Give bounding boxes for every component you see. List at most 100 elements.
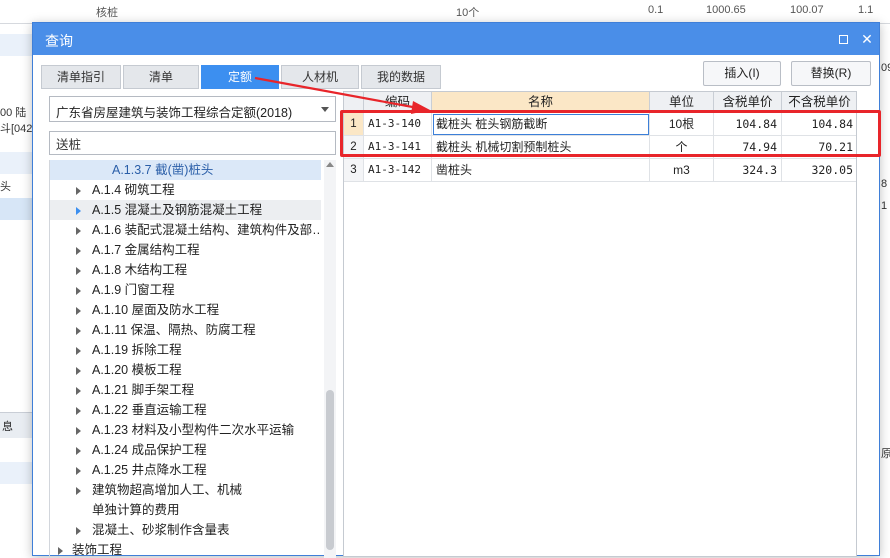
- tree-item[interactable]: 建筑物超高增加人工、机械: [50, 480, 321, 500]
- close-button[interactable]: ✕: [857, 29, 877, 49]
- tree-item[interactable]: A.1.19 拆除工程: [50, 340, 321, 360]
- chevron-right-icon[interactable]: [76, 227, 81, 235]
- tree-item[interactable]: A.1.21 脚手架工程: [50, 380, 321, 400]
- background-text: 1000.65: [706, 4, 746, 16]
- chevron-right-icon[interactable]: [76, 327, 81, 335]
- cell-price-tax[interactable]: 74.94: [714, 136, 782, 159]
- background-bottom-tab[interactable]: 息: [0, 412, 34, 438]
- dialog-title: 查询: [45, 33, 73, 49]
- scroll-up-icon[interactable]: [326, 162, 334, 167]
- background-tab-label: 息: [2, 421, 13, 433]
- tree-item[interactable]: 混凝土、砂浆制作含量表: [50, 520, 321, 540]
- table-header-name[interactable]: 名称: [432, 92, 650, 112]
- tree-item[interactable]: A.1.10 屋面及防水工程: [50, 300, 321, 320]
- chevron-right-icon[interactable]: [76, 247, 81, 255]
- dialog-titlebar[interactable]: 查询 ✕: [33, 23, 879, 55]
- chevron-right-icon[interactable]: [76, 207, 81, 215]
- tree-item[interactable]: A.1.4 砌筑工程: [50, 180, 321, 200]
- tree-item[interactable]: A.1.22 垂直运输工程: [50, 400, 321, 420]
- cell-price-tax[interactable]: 324.3: [714, 159, 782, 182]
- background-left-panel: 00 陆 斗[042 头: [0, 24, 34, 556]
- scrollbar-thumb[interactable]: [326, 390, 334, 550]
- close-icon: ✕: [861, 31, 873, 47]
- background-text: 斗[042: [0, 123, 33, 135]
- chevron-down-icon: [321, 107, 329, 112]
- background-band: [0, 34, 34, 56]
- cell-name[interactable]: 截桩头 机械切割预制桩头: [432, 136, 650, 159]
- search-input[interactable]: [49, 131, 336, 155]
- chevron-right-icon[interactable]: [76, 307, 81, 315]
- row-number[interactable]: 3: [344, 159, 364, 182]
- tree-item[interactable]: A.1.7 金属结构工程: [50, 240, 321, 260]
- tree-item-label: A.1.24 成品保护工程: [92, 443, 207, 457]
- cell-name[interactable]: 截桩头 桩头钢筋截断: [432, 113, 650, 136]
- tab-quota[interactable]: 定额: [201, 65, 279, 89]
- cell-code[interactable]: A1-3-142: [364, 159, 432, 182]
- chevron-right-icon[interactable]: [76, 267, 81, 275]
- tree-item-label: A.1.23 材料及小型构件二次水平运输: [92, 423, 295, 437]
- tree-item-label: A.1.10 屋面及防水工程: [92, 303, 220, 317]
- tree-item[interactable]: A.1.9 门窗工程: [50, 280, 321, 300]
- chevron-right-icon[interactable]: [76, 427, 81, 435]
- chevron-right-icon[interactable]: [76, 187, 81, 195]
- chevron-right-icon[interactable]: [76, 347, 81, 355]
- chevron-right-icon[interactable]: [76, 287, 81, 295]
- table-header-price-tax[interactable]: 含税单价: [714, 92, 782, 112]
- cell-price-notax[interactable]: 320.05: [782, 159, 856, 182]
- tab-bill-guide[interactable]: 清单指引: [41, 65, 121, 89]
- background-text: 1: [881, 200, 888, 212]
- cell-price-notax[interactable]: 70.21: [782, 136, 856, 159]
- table-header-code[interactable]: 编码: [364, 92, 432, 112]
- tree-item-label: A.1.7 金属结构工程: [92, 243, 200, 257]
- tree-item[interactable]: A.1.24 成品保护工程: [50, 440, 321, 460]
- cell-name[interactable]: 凿桩头: [432, 159, 650, 182]
- tree-item[interactable]: A.1.5 混凝土及钢筋混凝土工程: [50, 200, 321, 220]
- tree-item[interactable]: A.1.20 模板工程: [50, 360, 321, 380]
- tree-item[interactable]: A.1.25 井点降水工程: [50, 460, 321, 480]
- row-number[interactable]: 2: [344, 136, 364, 159]
- cell-unit[interactable]: m3: [650, 159, 714, 182]
- chevron-right-icon[interactable]: [76, 407, 81, 415]
- tree-item-label: A.1.6 装配式混凝土结构、建筑构件及部…: [92, 223, 321, 237]
- background-text: 头: [0, 181, 11, 193]
- chevron-right-icon[interactable]: [58, 547, 63, 555]
- table-header-price-notax[interactable]: 不含税单价: [782, 92, 856, 112]
- tree-item[interactable]: A.1.23 材料及小型构件二次水平运输: [50, 420, 321, 440]
- tree-item[interactable]: 单独计算的费用: [50, 500, 321, 520]
- tree-item[interactable]: 装饰工程: [50, 540, 321, 558]
- cell-code[interactable]: A1-3-140: [364, 113, 432, 136]
- chevron-right-icon[interactable]: [76, 387, 81, 395]
- background-band: [0, 462, 34, 484]
- tree-item[interactable]: A.1.3.7 截(凿)桩头: [50, 160, 321, 180]
- maximize-button[interactable]: [833, 29, 853, 49]
- table-header-rownum: [344, 92, 364, 112]
- chevron-right-icon[interactable]: [76, 487, 81, 495]
- table-header-unit[interactable]: 单位: [650, 92, 714, 112]
- tree-item-label: A.1.8 木结构工程: [92, 263, 188, 277]
- background-text: 10个: [456, 7, 480, 19]
- chevron-right-icon[interactable]: [76, 527, 81, 535]
- tree-item[interactable]: A.1.6 装配式混凝土结构、建筑构件及部…: [50, 220, 321, 240]
- chevron-right-icon[interactable]: [76, 467, 81, 475]
- chevron-right-icon[interactable]: [76, 367, 81, 375]
- tree-item[interactable]: A.1.11 保温、隔热、防腐工程: [50, 320, 321, 340]
- background-text: 100.07: [790, 4, 824, 16]
- cell-price-notax[interactable]: 104.84: [782, 113, 856, 136]
- tab-bill[interactable]: 清单: [123, 65, 199, 89]
- cell-unit[interactable]: 10根: [650, 113, 714, 136]
- background-text: 00 陆: [0, 107, 27, 119]
- background-text: 8: [881, 178, 888, 190]
- quota-library-select[interactable]: 广东省房屋建筑与装饰工程综合定额(2018): [49, 96, 336, 122]
- cell-price-tax[interactable]: 104.84: [714, 113, 782, 136]
- tree-scrollbar[interactable]: [324, 160, 336, 558]
- tree-item[interactable]: A.1.8 木结构工程: [50, 260, 321, 280]
- tree-item-label: A.1.22 垂直运输工程: [92, 403, 207, 417]
- row-number[interactable]: 1: [344, 113, 364, 136]
- tab-my-data[interactable]: 我的数据: [361, 65, 441, 89]
- cell-unit[interactable]: 个: [650, 136, 714, 159]
- cell-code[interactable]: A1-3-141: [364, 136, 432, 159]
- chevron-right-icon[interactable]: [76, 447, 81, 455]
- replace-button[interactable]: 替换(R): [791, 61, 871, 86]
- insert-button[interactable]: 插入(I): [703, 61, 781, 86]
- tab-labor-material-machine[interactable]: 人材机: [281, 65, 359, 89]
